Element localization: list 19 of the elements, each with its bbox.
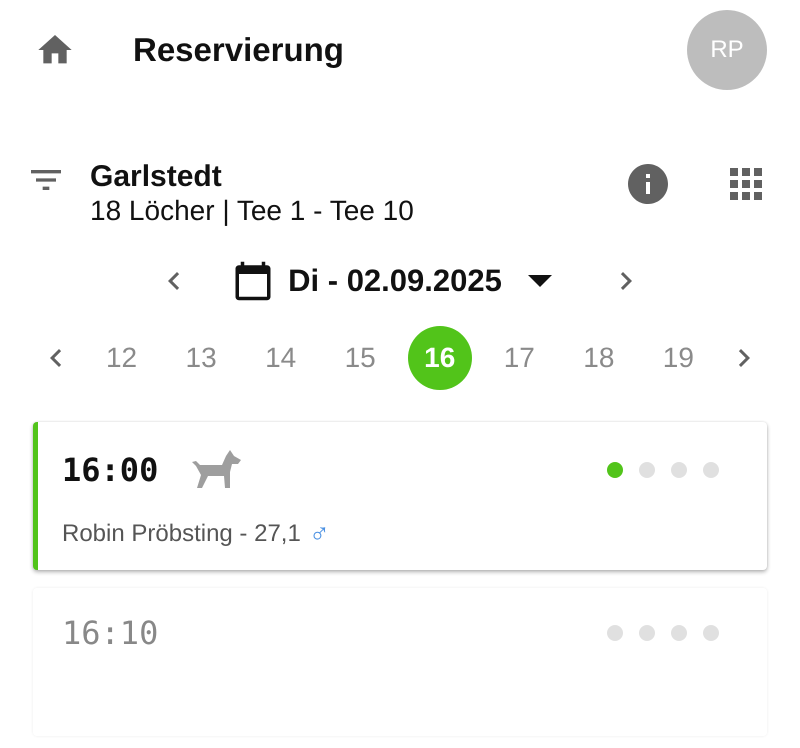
day-button[interactable]: 12 [90,326,154,390]
tee-time: 16:10 [62,614,158,652]
course-name: Garlstedt [90,160,223,194]
day-button[interactable]: 14 [248,326,313,390]
user-avatar[interactable]: RP [687,10,767,90]
day-button[interactable]: 17 [487,326,552,390]
day-button[interactable]: 15 [328,326,392,390]
player-name: Robin Pröbsting - 27,1 [62,520,301,548]
course-details: 18 Löcher | Tee 1 - Tee 10 [90,194,415,228]
tee-time: 16:00 [62,451,158,489]
day-button[interactable]: 13 [169,326,234,390]
page-title: Reservierung [133,31,345,69]
gender-symbol: ♂ [308,520,330,548]
dropdown-caret-icon [528,275,552,287]
date-picker[interactable]: Di - 02.09.2025 [232,260,562,302]
day-button[interactable]: 19 [646,326,710,390]
day-button[interactable]: 18 [566,326,631,390]
day-button[interactable]: 16 [408,326,472,390]
tee-time-card[interactable]: 16:00 Robin Pröbsting - 27,1 ♂ [33,422,767,570]
